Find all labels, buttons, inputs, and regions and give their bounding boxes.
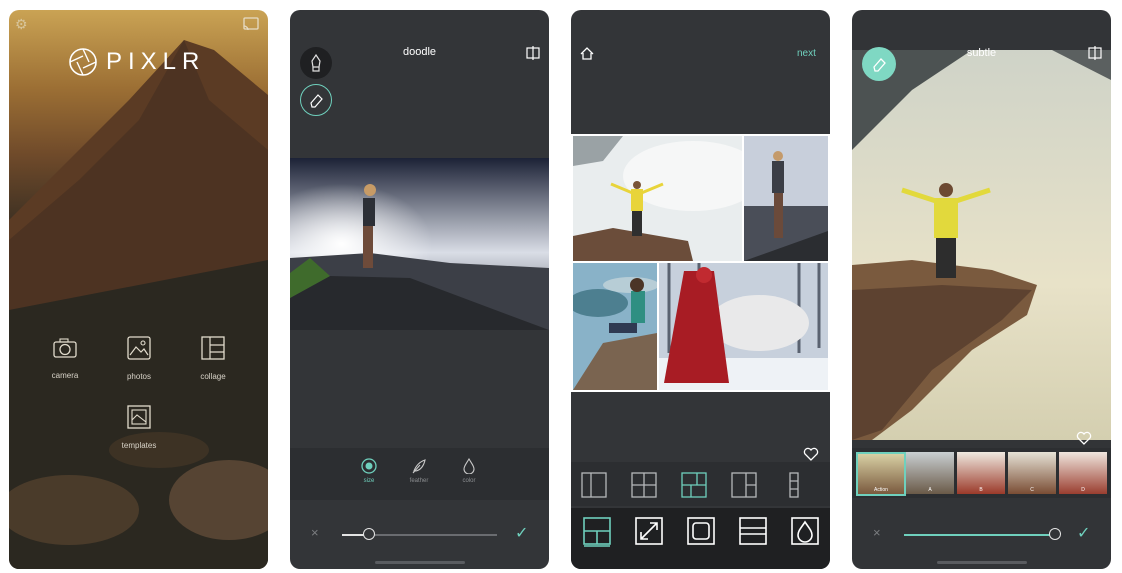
photos-button[interactable]: photos xyxy=(118,336,160,381)
templates-button[interactable]: templates xyxy=(117,405,161,450)
filter-strength-slider[interactable] xyxy=(904,534,1056,536)
collage-label: collage xyxy=(200,372,226,381)
feather-icon xyxy=(412,459,426,474)
border-option[interactable] xyxy=(687,517,715,545)
filter-screen: subtle Action A B C D × ✓ xyxy=(852,10,1111,569)
collage-cell-cliff[interactable] xyxy=(573,136,742,261)
camera-button[interactable]: camera xyxy=(44,337,86,380)
feather-label: feather xyxy=(409,478,429,484)
cliff-photo xyxy=(852,50,1111,440)
photos-icon xyxy=(127,336,151,360)
layout-option[interactable] xyxy=(583,517,611,547)
color-label: color xyxy=(462,478,476,484)
home-icon[interactable] xyxy=(580,47,594,60)
mountain-background xyxy=(9,40,268,569)
filter-strength-thumb[interactable] xyxy=(1049,528,1061,540)
collage-screen: next xyxy=(571,10,830,569)
filter-strip: Action A B C D xyxy=(852,448,1111,498)
filter-thumb-c[interactable]: C xyxy=(1008,452,1056,494)
collage-cell-lake[interactable] xyxy=(573,263,657,390)
cancel-button[interactable]: × xyxy=(873,525,881,540)
doodle-screen: doodle size feather color × ✓ xyxy=(290,10,549,569)
screen-title: doodle xyxy=(402,46,437,58)
layout-2[interactable] xyxy=(631,472,657,498)
filter-thumb-a[interactable]: A xyxy=(906,452,954,494)
compare-icon[interactable] xyxy=(526,46,540,60)
confirm-check-icon[interactable]: ✓ xyxy=(515,523,528,543)
collage-canvas[interactable] xyxy=(571,134,830,392)
photos-label: photos xyxy=(126,372,152,381)
size-icon xyxy=(361,458,377,474)
color-drop-icon xyxy=(463,458,475,474)
filter-thumb-b[interactable]: B xyxy=(957,452,1005,494)
cancel-button[interactable]: × xyxy=(311,525,319,540)
layout-4[interactable] xyxy=(731,472,757,498)
home-screen: ⚙ PIXLR camera photos collage templates xyxy=(9,10,268,569)
resize-option[interactable] xyxy=(635,517,663,545)
cast-icon[interactable] xyxy=(243,17,259,31)
app-logo-text: PIXLR xyxy=(106,48,206,75)
home-indicator xyxy=(374,561,465,564)
feather-option[interactable]: feather xyxy=(404,458,434,484)
spacing-option[interactable] xyxy=(739,517,767,545)
eraser-icon xyxy=(310,94,323,108)
hiker-photo xyxy=(290,158,549,330)
filter-thumb-action[interactable]: Action xyxy=(856,452,906,496)
layout-3[interactable] xyxy=(681,472,707,498)
filter-title: subtle xyxy=(966,47,997,59)
next-button[interactable]: next xyxy=(797,48,816,59)
filter-thumb-d[interactable]: D xyxy=(1059,452,1107,494)
size-label: size xyxy=(363,478,375,484)
camera-label: camera xyxy=(51,371,79,380)
layout-5[interactable] xyxy=(788,472,800,498)
home-indicator xyxy=(936,561,1027,564)
eraser-tool-button[interactable] xyxy=(300,84,332,116)
collage-button[interactable]: collage xyxy=(192,336,234,381)
camera-icon xyxy=(53,338,77,358)
templates-icon xyxy=(127,405,151,429)
pixlr-logo-icon xyxy=(69,48,97,76)
background-option[interactable] xyxy=(791,517,819,545)
confirm-check-icon[interactable]: ✓ xyxy=(1077,523,1090,543)
collage-cell-hiker[interactable] xyxy=(744,136,828,261)
color-option[interactable]: color xyxy=(454,458,484,484)
collage-icon xyxy=(201,336,225,360)
favorite-icon[interactable] xyxy=(1076,431,1092,445)
collage-cell-wolf[interactable] xyxy=(659,263,828,390)
templates-label: templates xyxy=(121,441,157,450)
compare-icon[interactable] xyxy=(1088,46,1102,60)
settings-icon[interactable]: ⚙ xyxy=(15,16,28,33)
favorite-icon[interactable] xyxy=(803,447,819,461)
layout-1[interactable] xyxy=(581,472,607,498)
size-option[interactable]: size xyxy=(354,458,384,484)
brush-slider-thumb[interactable] xyxy=(363,528,375,540)
